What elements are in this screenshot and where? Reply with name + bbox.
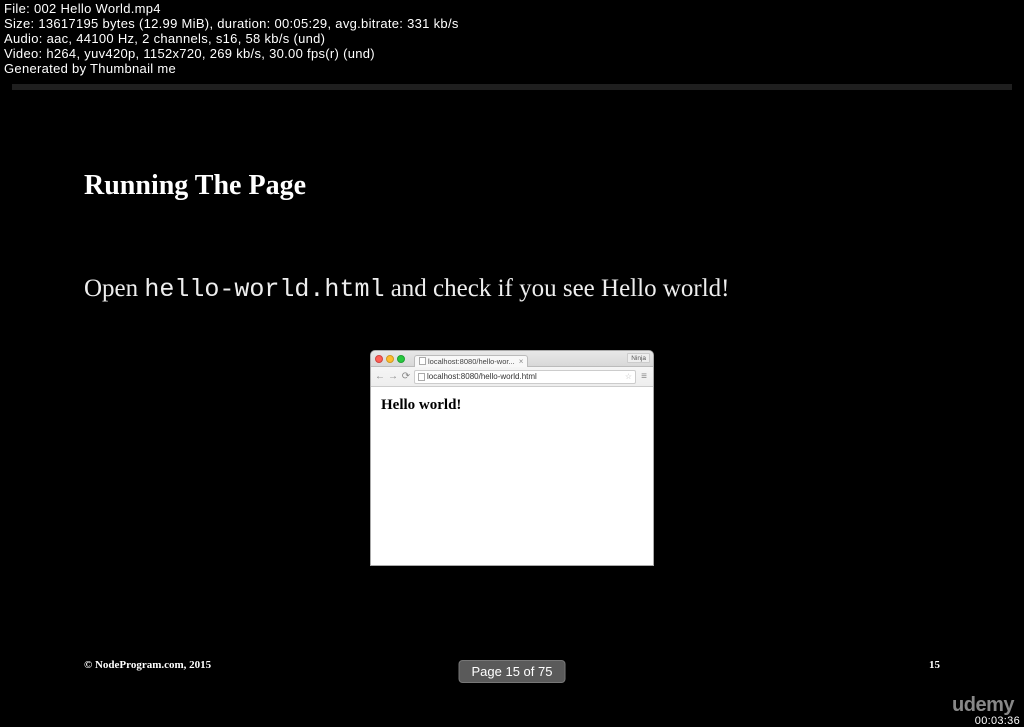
bookmark-star-icon: ☆ bbox=[625, 372, 632, 381]
meta-generator: Generated by Thumbnail me bbox=[4, 62, 459, 77]
tab-title: localhost:8080/hello-wor... bbox=[428, 357, 515, 366]
slide-number: 15 bbox=[929, 659, 940, 671]
menu-icon: ≡ bbox=[639, 371, 649, 382]
thumbnail-timestamp: 00:03:36 bbox=[975, 715, 1020, 727]
meta-audio: Audio: aac, 44100 Hz, 2 channels, s16, 5… bbox=[4, 32, 459, 47]
slide-top-border bbox=[12, 84, 1012, 90]
page-indicator: Page 15 of 75 bbox=[459, 660, 566, 683]
body-code-filename: hello-world.html bbox=[144, 275, 384, 304]
browser-titlebar: localhost:8080/hello-wor... × Ninja bbox=[371, 351, 653, 367]
page-content-text: Hello world! bbox=[381, 397, 643, 414]
thumbnail-metadata: File: 002 Hello World.mp4 Size: 13617195… bbox=[4, 2, 459, 77]
maximize-icon bbox=[397, 355, 405, 363]
udemy-logo: udemy bbox=[952, 694, 1014, 717]
slide-body-text: Open hello-world.html and check if you s… bbox=[84, 275, 940, 304]
close-icon bbox=[375, 355, 383, 363]
url-text: localhost:8080/hello-world.html bbox=[427, 372, 537, 381]
meta-file: File: 002 Hello World.mp4 bbox=[4, 2, 459, 17]
meta-size: Size: 13617195 bytes (12.99 MiB), durati… bbox=[4, 17, 459, 32]
page-icon bbox=[419, 357, 426, 365]
browser-window-screenshot: localhost:8080/hello-wor... × Ninja ← → … bbox=[370, 350, 654, 566]
browser-toolbar: ← → ⟳ localhost:8080/hello-world.html ☆ … bbox=[371, 367, 653, 387]
body-prefix: Open bbox=[84, 275, 144, 302]
reload-icon: ⟳ bbox=[401, 371, 411, 382]
minimize-icon bbox=[386, 355, 394, 363]
presentation-slide: Running The Page Open hello-world.html a… bbox=[22, 100, 1002, 685]
back-icon: ← bbox=[375, 371, 385, 382]
forward-icon: → bbox=[388, 371, 398, 382]
copyright-text: © NodeProgram.com, 2015 bbox=[84, 659, 211, 671]
meta-video: Video: h264, yuv420p, 1152x720, 269 kb/s… bbox=[4, 47, 459, 62]
slide-title: Running The Page bbox=[84, 170, 306, 202]
body-suffix: and check if you see Hello world! bbox=[384, 275, 729, 302]
url-bar: localhost:8080/hello-world.html ☆ bbox=[414, 370, 636, 384]
url-page-icon bbox=[418, 373, 425, 381]
browser-content: Hello world! bbox=[371, 387, 653, 565]
browser-tab: localhost:8080/hello-wor... × bbox=[414, 355, 528, 367]
ninja-badge: Ninja bbox=[627, 353, 650, 363]
tab-close-icon: × bbox=[519, 357, 524, 366]
